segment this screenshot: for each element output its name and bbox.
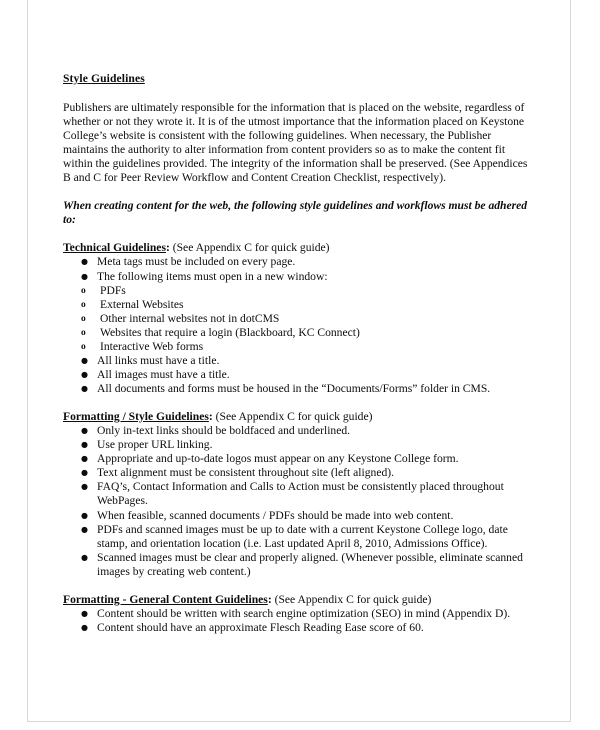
list-item-text: Content should be written with search en… <box>97 606 511 620</box>
list-item-text: Text alignment must be consistent throug… <box>97 466 395 480</box>
bullet-icon: ● <box>81 552 88 562</box>
page-title: Style Guidelines <box>63 72 145 85</box>
list-item: ● Appropriate and up-to-date logos must a… <box>63 452 535 466</box>
list-item-text: Content should have an approximate Flesc… <box>97 620 424 634</box>
intro-paragraph: Publishers are ultimately responsible fo… <box>63 100 528 185</box>
list-item: ● PDFs and scanned images must be up to d… <box>63 523 535 551</box>
sub-bullet-icon: o <box>81 313 86 324</box>
list-item-text: When feasible, scanned documents / PDFs … <box>97 508 454 522</box>
list-item-text: All documents and forms must be housed i… <box>97 382 491 396</box>
section-heading-label: Formatting / Style Guidelines <box>63 409 209 423</box>
sub-bullet-icon: o <box>81 299 86 310</box>
sub-bullet-icon: o <box>81 327 86 338</box>
list-item-text: PDFs and scanned images must be up to da… <box>97 522 508 550</box>
bullet-icon: ● <box>81 524 88 534</box>
list-item-text: FAQ’s, Contact Information and Calls to … <box>97 480 504 508</box>
nested-list-wrapper: o PDFs o External Websites o Other internal w… <box>63 284 535 354</box>
nested-list-item-text: External Websites <box>100 297 184 311</box>
guideline-list: ● Content should be written with search e… <box>63 607 535 635</box>
sections-container: Technical Guidelines: (See Appendix C fo… <box>63 241 535 634</box>
nested-list-item: o Interactive Web forms <box>63 340 535 354</box>
bullet-icon: ● <box>81 257 88 267</box>
sub-bullet-icon: o <box>81 285 86 296</box>
bullet-icon: ● <box>81 384 88 394</box>
list-item: ● All documents and forms must be housed … <box>63 382 535 396</box>
list-item: ● Only in-text links should be boldfaced … <box>63 424 535 438</box>
section-heading-note: (See Appendix C for quick guide) <box>169 241 330 255</box>
list-item-text: Only in-text links should be boldfaced a… <box>97 423 351 437</box>
nested-list-item-text: PDFs <box>100 283 126 297</box>
bullet-icon: ● <box>81 440 88 450</box>
section-heading: Formatting / Style Guidelines: (See Appe… <box>63 410 535 424</box>
list-item: ● Content should have an approximate Fles… <box>63 621 535 635</box>
section-heading: Technical Guidelines: (See Appendix C fo… <box>63 241 535 255</box>
guideline-list: ● Meta tags must be included on every pag… <box>63 255 535 396</box>
list-item-text: Use proper URL linking. <box>97 438 213 452</box>
list-item-text: The following items must open in a new w… <box>97 269 328 283</box>
section-heading-note: (See Appendix C for quick guide) <box>271 592 432 606</box>
bullet-icon: ● <box>81 482 88 492</box>
list-item-text: Scanned images must be clear and properl… <box>97 550 523 578</box>
nested-list-item-text: Other internal websites not in dotCMS <box>100 311 280 325</box>
list-item: ● FAQ’s, Contact Information and Calls to… <box>63 480 535 508</box>
list-item: ● When feasible, scanned documents / PDFs… <box>63 509 535 523</box>
list-item-text: Appropriate and up-to-date logos must ap… <box>97 452 459 466</box>
list-item: ● All links must have a title. <box>63 354 535 368</box>
bullet-icon: ● <box>81 454 88 464</box>
bullet-icon: ● <box>81 370 88 380</box>
nested-list-item: o Websites that require a login (Blackboa… <box>63 326 535 340</box>
guideline-list: ● Only in-text links should be boldfaced … <box>63 424 535 579</box>
bullet-icon: ● <box>81 425 88 435</box>
section-heading-label: Formatting - General Content Guidelines <box>63 592 268 606</box>
list-item: ● Meta tags must be included on every pag… <box>63 255 535 269</box>
section-heading-label: Technical Guidelines <box>63 241 166 255</box>
nested-guideline-list: o PDFs o External Websites o Other internal w… <box>63 284 535 354</box>
nested-list-item: o PDFs <box>63 284 535 298</box>
bullet-icon: ● <box>81 271 88 281</box>
page-title-row: Style Guidelines <box>63 72 535 86</box>
bullet-icon: ● <box>81 468 88 478</box>
bullet-icon: ● <box>81 356 88 366</box>
list-item-text: Meta tags must be included on every page… <box>97 255 296 269</box>
list-item: ● The following items must open in a new … <box>63 270 535 284</box>
list-item: ● Text alignment must be consistent throu… <box>63 466 535 480</box>
bullet-icon: ● <box>81 608 88 618</box>
list-item: ● Scanned images must be clear and proper… <box>63 551 535 579</box>
list-item: ● Content should be written with search e… <box>63 607 535 621</box>
bullet-icon: ● <box>81 510 88 520</box>
bullet-icon: ● <box>81 622 88 632</box>
document-content: Style Guidelines Publishers are ultimate… <box>63 72 535 635</box>
section-heading-note: (See Appendix C for quick guide) <box>212 409 373 423</box>
nested-list-item-text: Websites that require a login (Blackboar… <box>100 325 360 339</box>
section-heading: Formatting - General Content Guidelines:… <box>63 593 535 607</box>
list-item-text: All links must have a title. <box>97 354 220 368</box>
lead-statement: When creating content for the web, the f… <box>63 199 528 227</box>
nested-list-item-text: Interactive Web forms <box>100 340 204 353</box>
list-item: ● Use proper URL linking. <box>63 438 535 452</box>
nested-list-item: o Other internal websites not in dotCMS <box>63 312 535 326</box>
nested-list-item: o External Websites <box>63 298 535 312</box>
sub-bullet-icon: o <box>81 342 86 352</box>
document-page: Style Guidelines Publishers are ultimate… <box>27 0 571 722</box>
list-item: ● All images must have a title. <box>63 368 535 382</box>
list-item-text: All images must have a title. <box>97 368 230 382</box>
